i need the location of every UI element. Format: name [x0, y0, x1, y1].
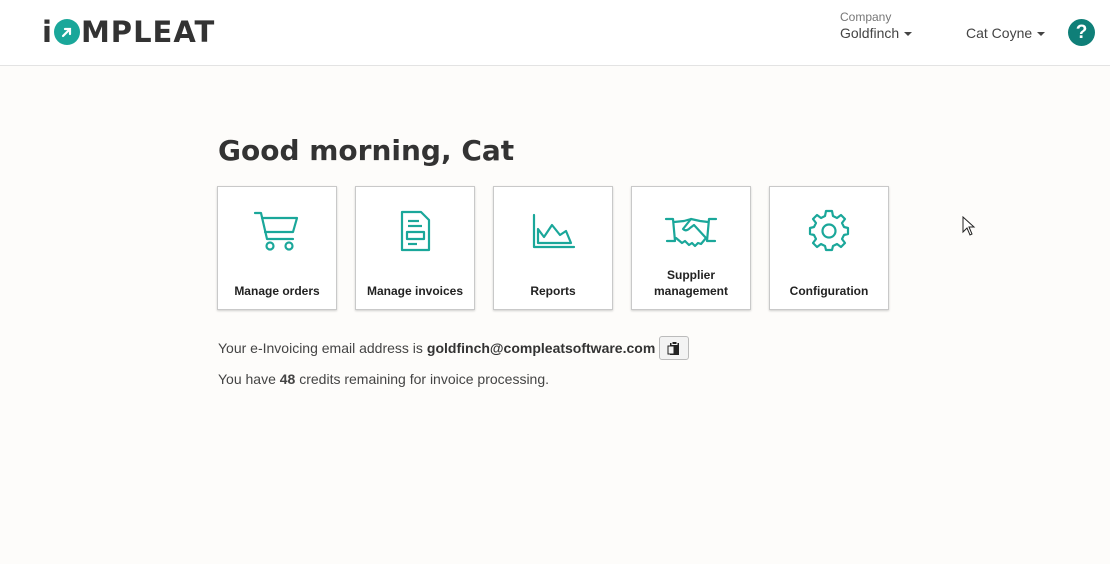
tile-grid: Manage orders Manage invoices Reports Su… — [217, 186, 889, 310]
tile-label: Manage invoices — [366, 284, 464, 298]
user-name: Cat Coyne — [966, 25, 1033, 41]
email-address: goldfinch@compleatsoftware.com — [426, 340, 656, 356]
chevron-down-icon — [904, 32, 913, 37]
cart-icon — [218, 209, 336, 253]
copy-button[interactable] — [659, 336, 690, 360]
credits-suffix: credits remaining for invoice processing… — [299, 371, 550, 387]
tile-reports[interactable]: Reports — [493, 186, 613, 310]
company-selector[interactable]: Company Goldfinch — [840, 10, 913, 42]
logo-arrow-icon — [53, 19, 80, 45]
app-logo[interactable]: i MPLEAT — [42, 15, 215, 49]
email-prefix: Your e-Invoicing email address is — [218, 340, 423, 356]
tile-manage-invoices[interactable]: Manage invoices — [355, 186, 475, 310]
tile-configuration[interactable]: Configuration — [769, 186, 889, 310]
top-bar: i MPLEAT Company Goldfinch Cat Coyne ? — [0, 0, 1110, 66]
page-title: Good morning, Cat — [218, 134, 515, 167]
chart-icon — [494, 209, 612, 253]
gear-icon — [770, 209, 888, 253]
chevron-down-icon — [1037, 32, 1046, 37]
tile-label: Reports — [530, 284, 576, 298]
company-name: Goldfinch — [840, 25, 900, 41]
logo-text-end: MPLEAT — [80, 15, 216, 49]
credits-prefix: You have — [218, 371, 276, 387]
tile-label: Configuration — [789, 284, 869, 298]
invoice-icon — [356, 209, 474, 253]
user-menu[interactable]: Cat Coyne — [966, 25, 1046, 41]
logo-text-start: i — [42, 15, 53, 49]
handshake-icon — [632, 209, 750, 253]
company-value[interactable]: Goldfinch — [840, 24, 913, 42]
clipboard-icon — [667, 340, 680, 355]
tile-supplier-management[interactable]: Supplier management — [631, 186, 751, 310]
email-info: Your e-Invoicing email address is goldfi… — [218, 336, 690, 360]
tile-label: Manage orders — [234, 284, 320, 298]
credits-info: You have 48 credits remaining for invoic… — [218, 371, 549, 387]
mouse-cursor-icon — [962, 215, 976, 241]
tile-label: Supplier management — [653, 268, 729, 298]
credits-count: 48 — [279, 371, 296, 387]
company-label: Company — [840, 10, 892, 24]
tile-manage-orders[interactable]: Manage orders — [217, 186, 337, 310]
help-icon[interactable]: ? — [1068, 19, 1095, 46]
